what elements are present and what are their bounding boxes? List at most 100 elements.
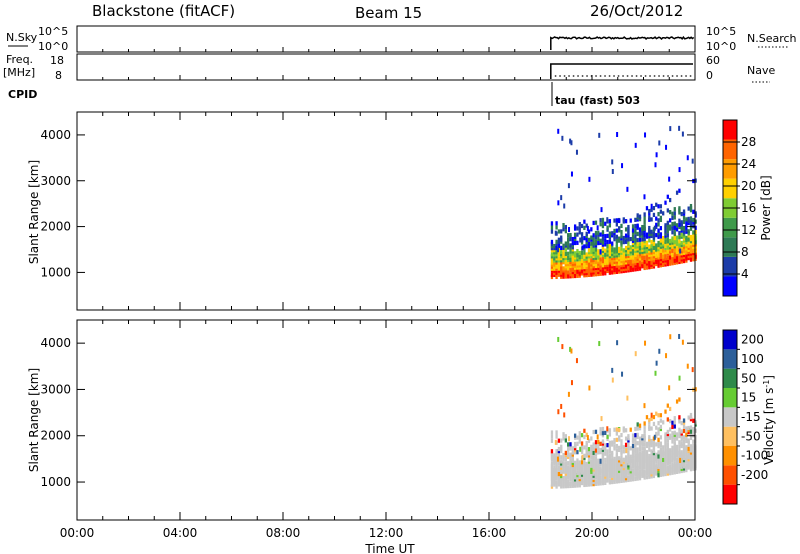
power-pixel [680,232,683,237]
station-title: Blackstone (fitACF) [92,2,235,20]
velocity-pixel [650,438,653,444]
power-pixel [557,200,560,206]
velocity-pixel [579,446,582,452]
velocity-pixel [597,439,600,445]
power-pixel [668,224,672,229]
power-pixel [583,250,586,255]
power-pixel [571,236,574,242]
power-pixel [653,225,656,231]
velocity-pixel [620,449,623,454]
power-pixel [650,239,653,245]
velocity-pixel [592,450,595,455]
power-pixel [671,215,674,220]
velocity-pixel [567,442,570,447]
power-ytick-label: 3000 [40,174,71,188]
power-pixel [583,244,586,249]
power-pixel [590,249,593,255]
power-pixel [604,238,607,243]
velocity-pixel [638,436,642,441]
power-pixel [671,230,674,235]
power-pixel [562,251,565,257]
power-pixel [594,247,598,252]
power-pixel [567,255,570,260]
power-pixel [643,212,646,217]
velocity-pixel [657,413,660,418]
velocity-colorbar-tick-label: -50 [741,429,761,443]
velocity-pixel [655,463,658,468]
velocity-pixel [681,339,684,345]
power-pixel [616,132,619,138]
velocity-pixel [583,445,586,450]
velocity-pixel [615,448,618,453]
velocity-pixel [689,444,693,449]
velocity-pixel [659,447,663,452]
velocity-pixel [641,434,644,439]
power-pixel [687,237,690,242]
power-pixel [673,215,676,220]
power-pixel [599,222,602,227]
power-pixel [687,243,690,248]
velocity-pixel [682,435,686,440]
power-pixel [567,183,570,189]
velocity-colorbar-segment [723,484,737,504]
velocity-pixel [631,458,635,463]
power-pixel [553,243,556,249]
velocity-pixel [562,432,565,437]
velocity-pixel [550,434,554,439]
velocity-colorbar-label: Velocity [m s-1] [762,375,777,465]
velocity-pixel [560,455,563,460]
velocity-pixel [634,453,637,459]
velocity-pixel [606,434,609,439]
power-pixel [550,225,554,230]
power-pixel [592,237,595,242]
velocity-pixel [671,462,674,467]
velocity-pixel [691,367,694,373]
power-pixel [634,234,637,239]
power-pixel [685,254,688,259]
velocity-pixel [658,348,661,354]
velocity-pixel [608,432,612,437]
power-colorbar-segment [723,276,737,296]
velocity-pixel [654,370,657,376]
power-pixel [594,220,598,225]
velocity-pixel [668,406,672,412]
velocity-pixel [631,443,635,449]
power-pixel [687,216,690,222]
power-pixel [606,244,609,249]
power-pixel [590,245,593,250]
velocity-pixel [687,415,690,420]
power-pixel [652,231,656,236]
velocity-pixel [553,453,556,458]
power-pixel [673,207,676,212]
velocity-pixel [655,411,658,416]
power-pixel [564,229,568,234]
power-pixel [608,243,612,249]
velocity-pixel [575,358,578,364]
velocity-pixel [659,418,663,423]
velocity-pixel [594,429,598,434]
velocity-pixel [611,450,614,456]
velocity-pixel [682,439,686,444]
velocity-pixel [687,452,690,458]
power-pixel [583,236,586,241]
velocity-pixel [655,442,658,447]
power-colorbar-tick-label: 16 [741,201,756,215]
velocity-pixel [666,417,669,422]
power-pixel [675,247,679,253]
velocity-pixel [666,465,669,470]
power-pixel [613,247,616,252]
power-pixel [580,258,584,264]
power-pixel [599,257,602,262]
velocity-pixel [573,433,577,438]
power-pixel [673,211,676,216]
velocity-pixel [550,482,554,487]
velocity-pixel [599,475,602,480]
velocity-pixel [638,440,642,445]
velocity-pixel [562,475,565,481]
power-pixel [580,223,584,229]
power-pixel [657,204,660,209]
power-pixel [564,224,568,230]
freq-tick-top: 18 [50,54,64,67]
power-pixel [576,261,579,266]
velocity-pixel [613,427,616,432]
